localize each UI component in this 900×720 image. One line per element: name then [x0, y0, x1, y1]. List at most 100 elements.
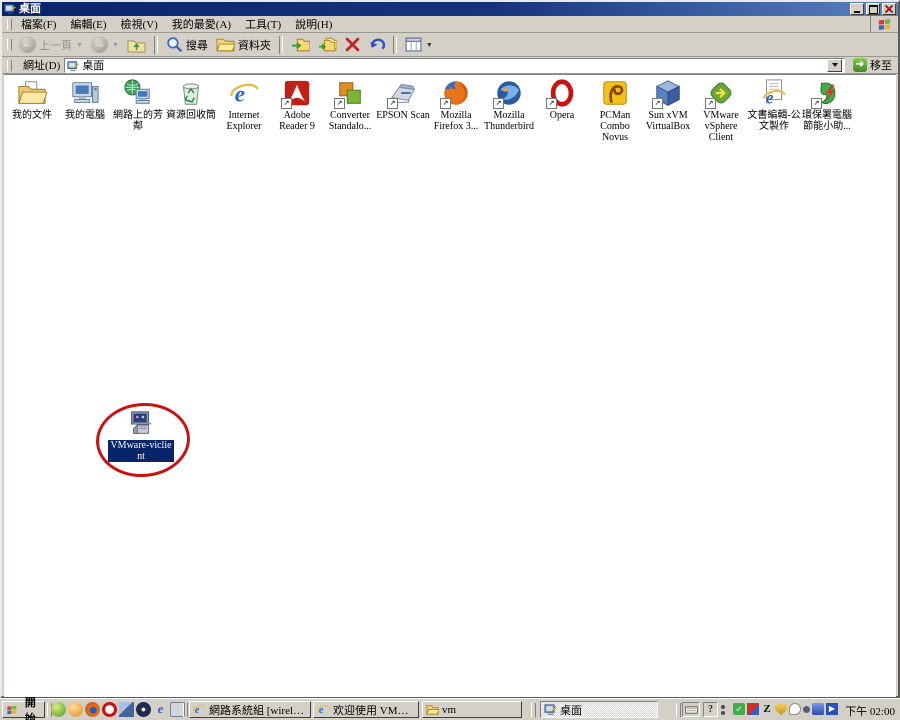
- quicklaunch-virtualbox-icon[interactable]: [119, 702, 134, 717]
- screen: 桌面 檔案(F)編輯(E)檢視(V)我的最愛(A)工具(T)說明(H) ← 上一…: [0, 0, 900, 720]
- thunderbird-icon: ↗: [493, 78, 525, 108]
- minimize-icon: [854, 11, 860, 13]
- desktop-icon: [67, 60, 78, 71]
- keyboard-indicator-icon[interactable]: [682, 702, 700, 717]
- menu-file[interactable]: 檔案(F): [15, 15, 64, 33]
- restore-button[interactable]: [866, 3, 880, 15]
- ie-icon: e: [228, 78, 260, 108]
- menu-tools[interactable]: 工具(T): [239, 15, 289, 33]
- shortcut-arrow-icon: ↗: [334, 98, 345, 109]
- up-button[interactable]: [123, 35, 150, 55]
- desktop-icon-network-places[interactable]: 網路上的芳鄰: [112, 78, 164, 132]
- desktop-icon-converter-standalone[interactable]: ↗Converter Standalo...: [324, 78, 376, 132]
- quicklaunch-internet-explorer-icon[interactable]: [153, 702, 168, 717]
- icon-label: VMware vSphere Client: [693, 110, 749, 143]
- adobe-icon: ↗: [281, 78, 313, 108]
- desktop-icon-adobe-reader-9[interactable]: ↗Adobe Reader 9: [271, 78, 323, 132]
- up-folder-icon: [127, 37, 146, 53]
- docie-icon: e: [758, 78, 790, 108]
- help-icon[interactable]: [703, 702, 718, 717]
- search-label: 搜尋: [186, 37, 208, 53]
- window-title: 桌面: [19, 3, 850, 15]
- system-tray: [733, 703, 838, 715]
- vmware-tray-icon[interactable]: [747, 703, 759, 715]
- desktop-icon-epson-scan[interactable]: ↗EPSON Scan: [377, 78, 429, 121]
- desktop-icon-internet-explorer[interactable]: eInternet Explorer: [218, 78, 270, 132]
- menu-items: 檔案(F)編輯(E)檢視(V)我的最愛(A)工具(T)說明(H): [15, 15, 340, 33]
- menu-edit[interactable]: 編輯(E): [64, 15, 114, 33]
- ime-z-tray-icon[interactable]: [761, 703, 773, 715]
- toolbar-grip[interactable]: [7, 39, 12, 50]
- menu-favorites[interactable]: 我的最愛(A): [166, 15, 239, 33]
- media-play-tray-icon[interactable]: [826, 703, 838, 715]
- desktop-icon-epa-energy-helper[interactable]: ↗環保署電腦節能小助...: [801, 78, 853, 132]
- clock[interactable]: 下午 02:00: [845, 703, 895, 719]
- folders-button[interactable]: 資料夾: [212, 35, 275, 55]
- taskbar-task-2[interactable]: e欢迎使用 VMware vSphe...: [313, 701, 419, 718]
- converter-icon: ↗: [334, 78, 366, 108]
- taskbar-separator[interactable]: [183, 703, 188, 717]
- desktop-icon-sun-xvm-virtualbox[interactable]: ↗Sun xVM VirtualBox: [642, 78, 694, 132]
- explorer-window: 桌面 檔案(F)編輯(E)檢視(V)我的最愛(A)工具(T)說明(H) ← 上一…: [0, 0, 900, 698]
- status-dot-tray-icon[interactable]: [803, 706, 810, 713]
- icon-label: Mozilla Firefox 3...: [428, 110, 484, 132]
- security-shield-tray-icon[interactable]: [775, 703, 787, 715]
- addressbar-grip[interactable]: [7, 60, 12, 71]
- icon-label: EPSON Scan: [375, 110, 431, 121]
- desktop-icon-mozilla-thunderbird[interactable]: ↗Mozilla Thunderbird: [483, 78, 535, 132]
- move-to-button[interactable]: [287, 35, 314, 55]
- icon-label: 環保署電腦節能小助...: [799, 110, 855, 132]
- ie-icon: e: [193, 703, 206, 716]
- forward-button[interactable]: → ▼: [87, 35, 123, 55]
- close-button[interactable]: [882, 3, 896, 15]
- menu-help[interactable]: 說明(H): [289, 15, 340, 33]
- mouse-utility-tray-icon[interactable]: [789, 703, 801, 715]
- quicklaunch-orange-app-icon[interactable]: [68, 702, 83, 717]
- views-button[interactable]: ▼: [401, 35, 437, 55]
- shortcut-arrow-icon: ↗: [387, 98, 398, 109]
- taskbar-separator[interactable]: [531, 703, 536, 717]
- undo-button[interactable]: [364, 35, 389, 55]
- start-button[interactable]: 開始: [2, 701, 45, 718]
- quicklaunch-firefox-icon[interactable]: [85, 702, 100, 717]
- search-button[interactable]: 搜尋: [162, 35, 212, 55]
- views-dropdown-icon: ▼: [426, 41, 433, 49]
- menubar-grip[interactable]: [7, 19, 12, 30]
- ime-blue-tray-icon[interactable]: [812, 703, 824, 715]
- delete-x-icon: [345, 37, 360, 52]
- address-input[interactable]: 桌面: [64, 58, 845, 73]
- icon-label: 我的文件: [4, 110, 60, 121]
- taskbar-task-4[interactable]: 桌面: [540, 701, 658, 718]
- copy-to-button[interactable]: [314, 35, 341, 55]
- start-label: 開始: [20, 694, 41, 720]
- address-dropdown-button[interactable]: [827, 59, 842, 72]
- go-button[interactable]: ➜ 移至: [849, 57, 896, 73]
- toolbar-separator: [279, 36, 283, 54]
- quicklaunch-green-app-icon[interactable]: [51, 702, 66, 717]
- desktop-icon-my-documents[interactable]: 我的文件: [6, 78, 58, 121]
- taskbar-task-3[interactable]: vm: [422, 701, 522, 718]
- title-bar[interactable]: 桌面: [2, 2, 898, 16]
- desktop-icon-mozilla-firefox[interactable]: ↗Mozilla Firefox 3...: [430, 78, 482, 132]
- taskbar-separator[interactable]: [676, 703, 681, 717]
- desktop-icon-opera[interactable]: ↗Opera: [536, 78, 588, 121]
- svg-text:e: e: [766, 87, 774, 107]
- quicklaunch-opera-icon[interactable]: [102, 702, 117, 717]
- eject-dots-icon[interactable]: [721, 705, 725, 709]
- back-button[interactable]: ← 上一頁 ▼: [15, 35, 87, 55]
- shortcut-arrow-icon: ↗: [440, 98, 451, 109]
- minimize-button[interactable]: [850, 3, 864, 15]
- desktop-icon-my-computer[interactable]: 我的電腦: [59, 78, 111, 121]
- back-label: 上一頁: [39, 37, 72, 53]
- antivirus-check-tray-icon[interactable]: [733, 703, 745, 715]
- desktop-icon-recycle-bin[interactable]: 資源回收筒: [165, 78, 217, 121]
- folder-content[interactable]: 我的文件我的電腦網路上的芳鄰資源回收筒eInternet Explorer↗Ad…: [4, 74, 896, 697]
- quicklaunch-media-player-icon[interactable]: [136, 702, 151, 717]
- delete-button[interactable]: [341, 35, 364, 55]
- desktop-icon-vmware-vsphere-client[interactable]: ↗VMware vSphere Client: [695, 78, 747, 143]
- desktop-icon-doc-edit-gongwen[interactable]: e文書編輯-公文製作: [748, 78, 800, 132]
- menu-view[interactable]: 檢視(V): [115, 15, 166, 33]
- network-icon: [122, 78, 154, 108]
- taskbar-task-1[interactable]: e網路系統組 [wireless] - ...: [189, 701, 311, 718]
- desktop-icon-pcman-combo-novus[interactable]: PCMan Combo Novus: [589, 78, 641, 143]
